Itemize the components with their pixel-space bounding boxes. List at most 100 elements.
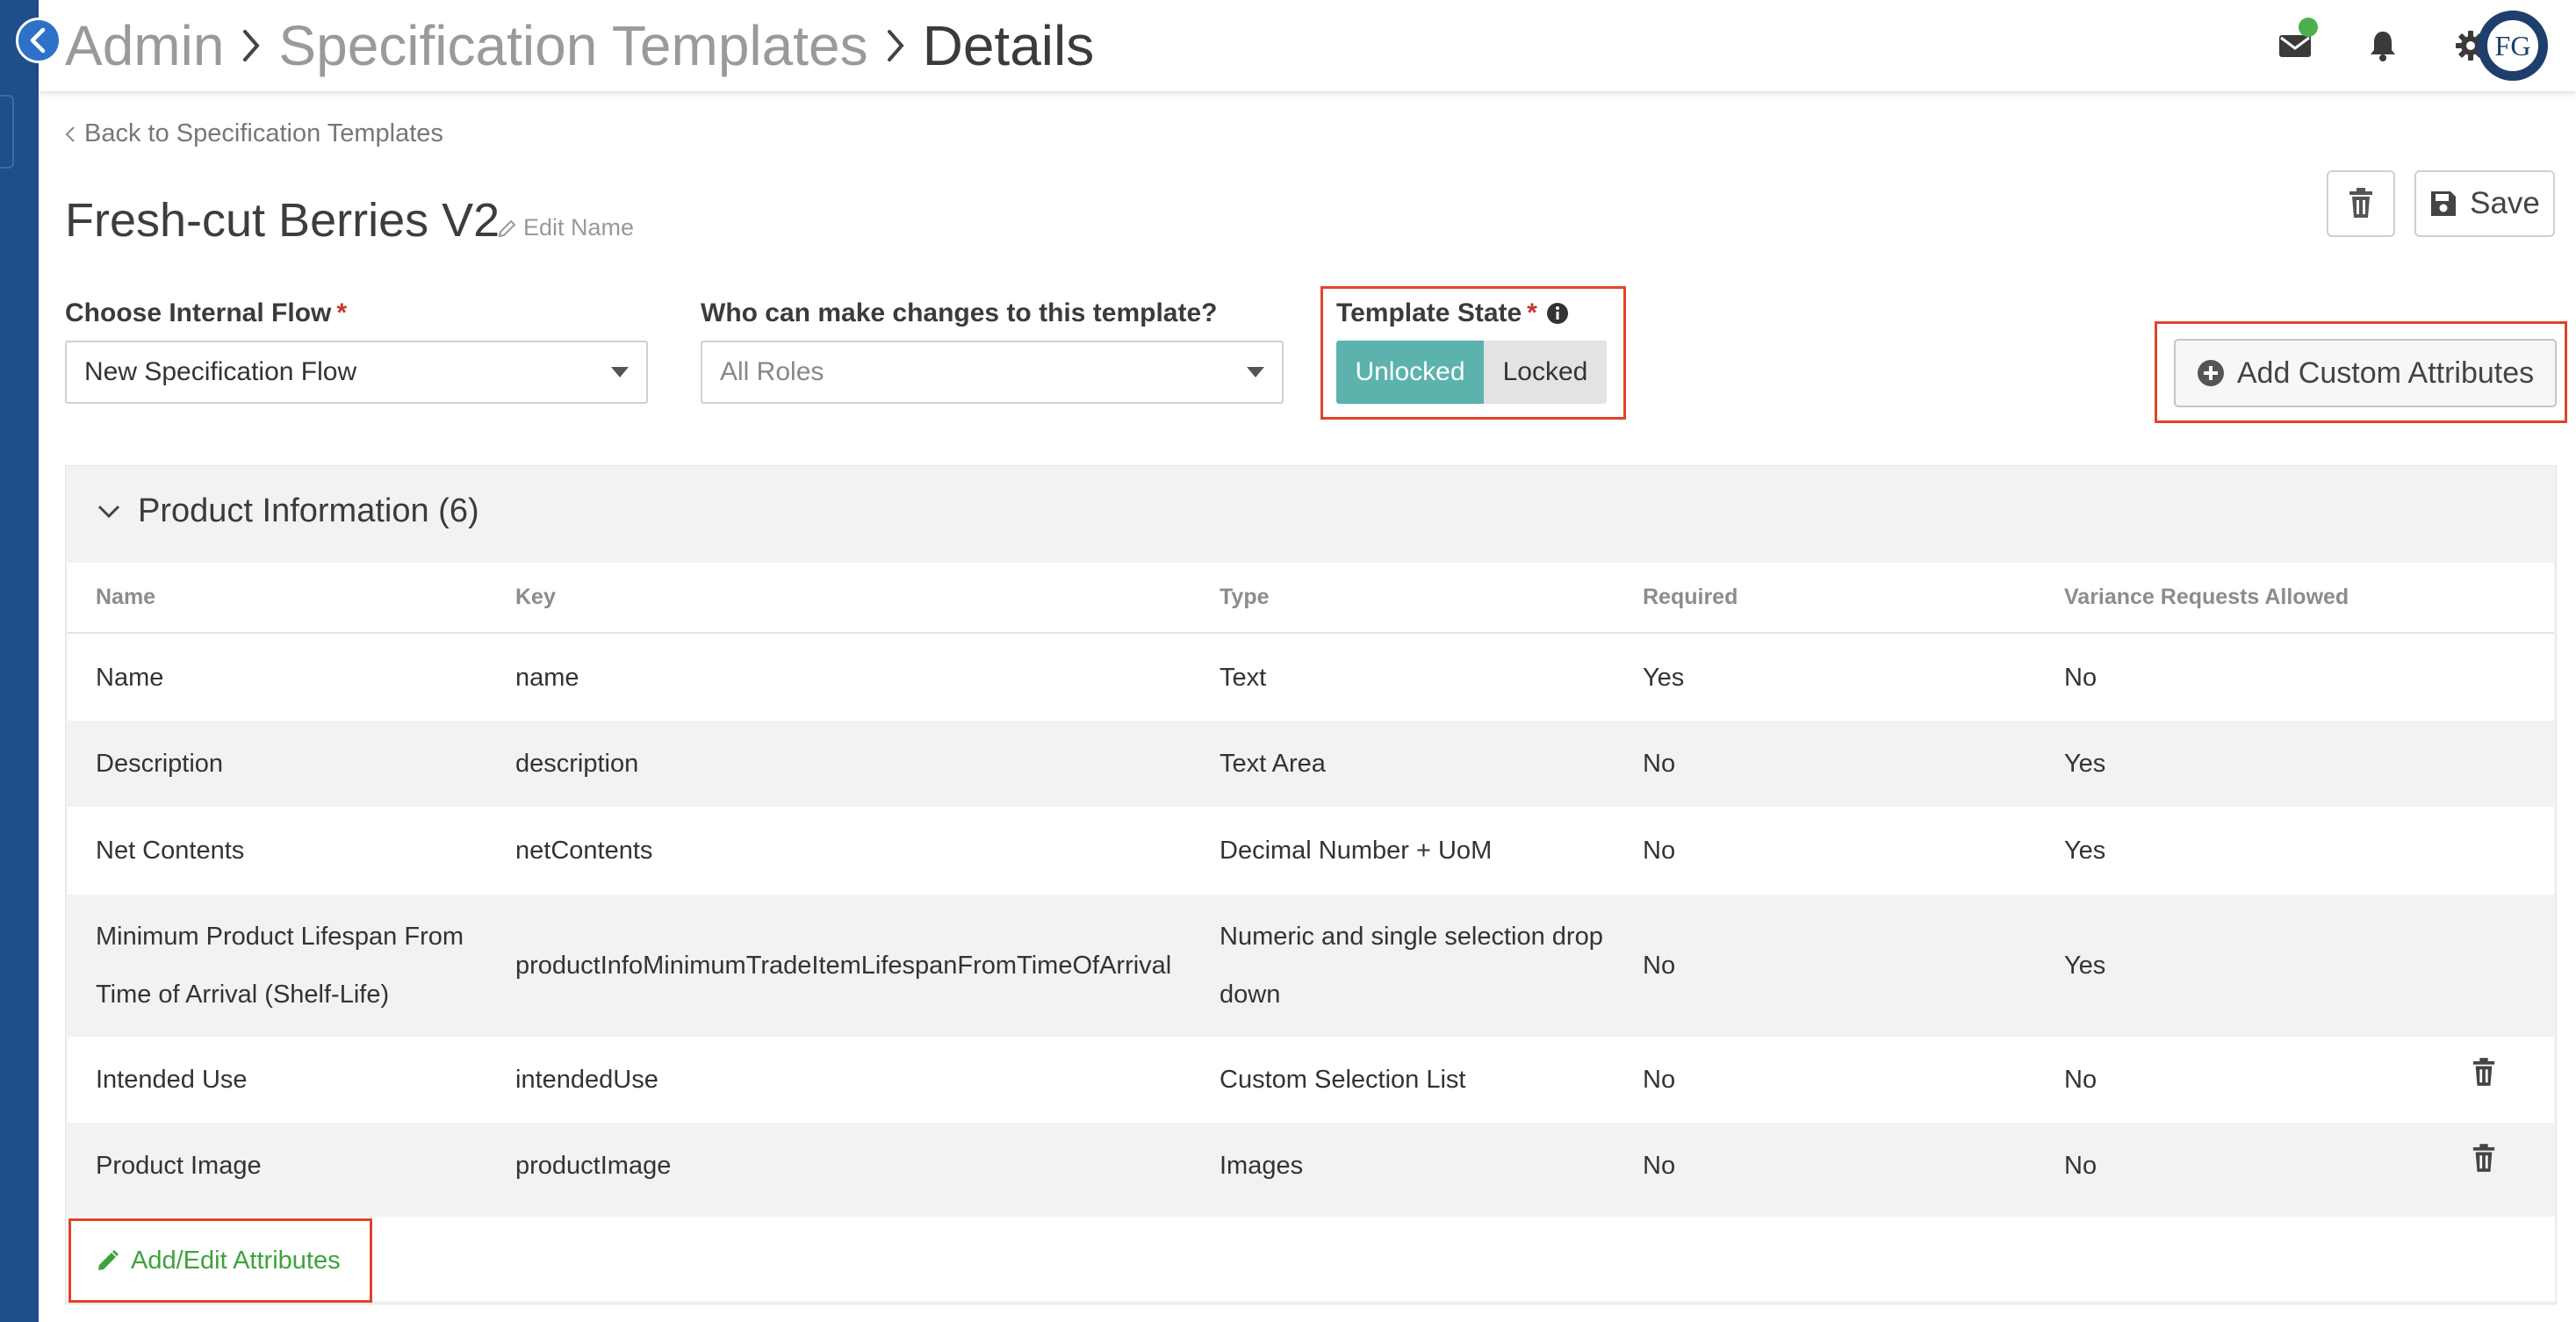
- bell-icon: [2371, 32, 2395, 61]
- save-label: Save: [2470, 186, 2540, 220]
- cell-name: Description: [68, 721, 487, 807]
- add-edit-attributes-label: Add/Edit Attributes: [131, 1246, 341, 1275]
- internal-flow-value: New Specification Flow: [84, 357, 357, 386]
- delete-attribute-button[interactable]: [2414, 1123, 2554, 1209]
- caret-down-icon: [1247, 367, 1264, 377]
- left-navigation-rail: [0, 0, 39, 1322]
- table-header-row: Name Key Type Required Variance Requests…: [68, 563, 2554, 634]
- add-custom-attributes-label: Add Custom Attributes: [2236, 356, 2535, 390]
- cell-type: Text: [1191, 633, 1615, 721]
- collapse-nav-button[interactable]: [16, 18, 61, 63]
- template-state-toggle: Unlocked Locked: [1336, 341, 1607, 404]
- sidebar-toggle-tab[interactable]: [0, 95, 14, 169]
- cell-actions: [2414, 807, 2554, 895]
- delete-attribute-button[interactable]: [2414, 1037, 2554, 1123]
- back-to-templates-link[interactable]: Back to Specification Templates: [65, 119, 443, 148]
- cell-actions: [2414, 895, 2554, 1037]
- cell-name: Intended Use: [68, 1037, 487, 1123]
- pencil-icon: [498, 219, 516, 237]
- column-header-key: Key: [487, 563, 1191, 634]
- table-row: Net Contents netContents Decimal Number …: [68, 807, 2554, 895]
- product-information-section: Product Information (6) Name Key Type Re…: [65, 465, 2557, 1304]
- chevron-left-icon: [30, 27, 46, 54]
- chevron-down-icon: [97, 505, 120, 518]
- page-title: Fresh-cut Berries V2: [65, 194, 500, 247]
- unread-indicator: [2299, 18, 2318, 37]
- cell-key: productInfoMinimumTradeItemLifespanFromT…: [487, 895, 1191, 1037]
- cell-type: Text Area: [1191, 721, 1615, 807]
- column-header-type: Type: [1191, 563, 1615, 634]
- column-header-name: Name: [68, 563, 487, 634]
- cell-actions: [2414, 721, 2554, 807]
- internal-flow-select[interactable]: New Specification Flow: [65, 341, 648, 404]
- trash-icon: [2472, 1058, 2495, 1086]
- cell-key: intendedUse: [487, 1037, 1191, 1123]
- trash-icon: [2349, 188, 2372, 218]
- cell-key: netContents: [487, 807, 1191, 895]
- trash-icon: [2472, 1144, 2495, 1172]
- cell-type: Decimal Number + UoM: [1191, 807, 1615, 895]
- table-row: Product Image productImage Images No No: [68, 1123, 2554, 1209]
- cell-required: Yes: [1615, 633, 2036, 721]
- cell-variance: Yes: [2036, 895, 2414, 1037]
- breadcrumb-admin[interactable]: Admin: [65, 13, 224, 78]
- cell-name: Name: [68, 633, 487, 721]
- cell-key: name: [487, 633, 1191, 721]
- chevron-left-icon: [65, 126, 75, 142]
- cell-required: No: [1615, 895, 2036, 1037]
- state-unlocked-button[interactable]: Unlocked: [1336, 341, 1484, 404]
- add-edit-attributes-link[interactable]: Add/Edit Attributes: [68, 1218, 372, 1303]
- cell-name: Minimum Product Lifespan From Time of Ar…: [68, 895, 487, 1037]
- breadcrumb-current: Details: [922, 14, 1095, 77]
- cell-key: productImage: [487, 1123, 1191, 1209]
- roles-label: Who can make changes to this template?: [701, 298, 1218, 327]
- cell-required: No: [1615, 1037, 2036, 1123]
- table-row: Name name Text Yes No: [68, 633, 2554, 721]
- cell-required: No: [1615, 807, 2036, 895]
- roles-select[interactable]: All Roles: [701, 341, 1284, 404]
- messages-button[interactable]: [2272, 18, 2318, 68]
- cell-variance: No: [2036, 633, 2414, 721]
- notifications-button[interactable]: [2360, 23, 2406, 68]
- column-header-actions: [2414, 563, 2554, 634]
- back-link-label: Back to Specification Templates: [84, 119, 443, 147]
- info-icon[interactable]: [1546, 302, 1569, 325]
- roles-value: All Roles: [720, 357, 824, 386]
- cell-variance: No: [2036, 1123, 2414, 1209]
- cell-type: Images: [1191, 1123, 1615, 1209]
- cell-actions: [2414, 633, 2554, 721]
- cell-name: Product Image: [68, 1123, 487, 1209]
- chevron-right-icon: [241, 28, 261, 63]
- cell-name: Net Contents: [68, 807, 487, 895]
- top-bar: Admin Specification Templates Details FG: [39, 0, 2576, 91]
- state-locked-button[interactable]: Locked: [1484, 341, 1607, 404]
- plus-circle-icon: [2197, 360, 2224, 386]
- cell-variance: No: [2036, 1037, 2414, 1123]
- chevron-right-icon: [886, 28, 905, 63]
- save-button[interactable]: Save: [2414, 170, 2555, 237]
- cell-type: Numeric and single selection drop down: [1191, 895, 1615, 1037]
- template-state-label: Template State *: [1336, 298, 1569, 328]
- user-avatar[interactable]: FG: [2478, 11, 2548, 81]
- cell-type: Custom Selection List: [1191, 1037, 1615, 1123]
- cell-variance: Yes: [2036, 807, 2414, 895]
- table-row: Intended Use intendedUse Custom Selectio…: [68, 1037, 2554, 1123]
- section-title: Product Information (6): [138, 492, 479, 529]
- pencil-icon: [98, 1249, 119, 1270]
- header-icons: FG: [2137, 0, 2576, 91]
- attributes-table: Name Key Type Required Variance Requests…: [68, 563, 2554, 1209]
- section-footer: [67, 1217, 2555, 1301]
- add-custom-attributes-button[interactable]: Add Custom Attributes: [2174, 339, 2557, 407]
- internal-flow-label: Choose Internal Flow *: [65, 298, 348, 327]
- delete-template-button[interactable]: [2327, 170, 2395, 237]
- column-header-required: Required: [1615, 563, 2036, 634]
- breadcrumb: Admin Specification Templates Details: [65, 9, 1094, 83]
- cell-required: No: [1615, 1123, 2036, 1209]
- floppy-disk-icon: [2431, 191, 2457, 216]
- cell-key: description: [487, 721, 1191, 807]
- breadcrumb-specification-templates[interactable]: Specification Templates: [278, 13, 867, 78]
- cell-required: No: [1615, 721, 2036, 807]
- edit-name-link[interactable]: Edit Name: [497, 214, 634, 241]
- section-header-toggle[interactable]: Product Information (6): [97, 492, 479, 530]
- column-header-variance: Variance Requests Allowed: [2036, 563, 2414, 634]
